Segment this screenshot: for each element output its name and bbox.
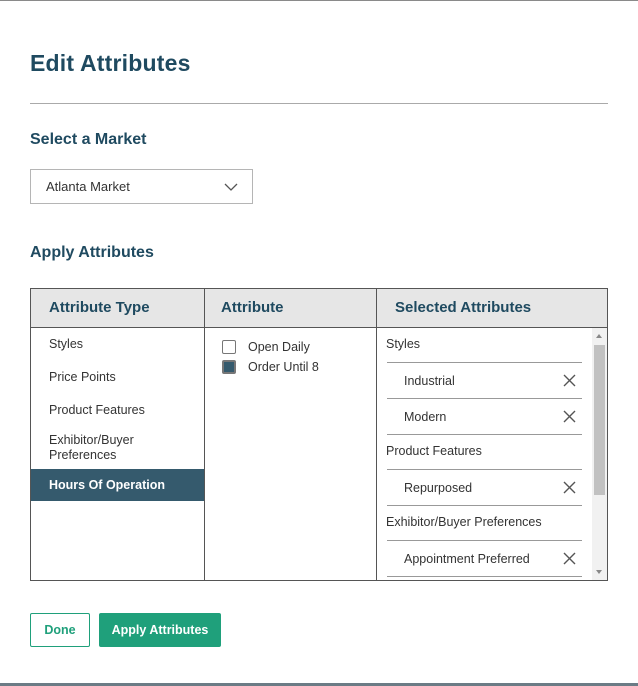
header-attribute: Attribute <box>221 299 284 316</box>
attribute-option-open-daily[interactable]: Open Daily <box>222 337 319 357</box>
attribute-option-order-until-8[interactable]: Order Until 8 <box>222 357 319 377</box>
selected-item-label: Industrial <box>404 374 455 388</box>
selected-item-label: Appointment Preferred <box>404 552 530 566</box>
scroll-thumb[interactable] <box>594 345 605 495</box>
selected-group-label: Styles <box>386 337 421 351</box>
attribute-list: Open Daily Order Until 8 <box>222 337 319 377</box>
remove-icon[interactable] <box>563 374 576 387</box>
column-divider <box>204 289 205 580</box>
remove-icon[interactable] <box>563 481 576 494</box>
attribute-type-styles[interactable]: Styles <box>31 328 204 361</box>
selected-item-label: Repurposed <box>404 481 473 495</box>
scroll-up-icon[interactable] <box>596 334 602 338</box>
done-button[interactable]: Done <box>30 613 90 647</box>
selected-group-label: Exhibitor/Buyer Preferences <box>386 515 542 529</box>
header-selected-attributes: Selected Attributes <box>395 299 532 316</box>
market-section-title: Select a Market <box>30 131 147 148</box>
remove-icon[interactable] <box>563 552 576 565</box>
selected-item: Industrial <box>387 362 582 398</box>
attribute-type-hours-of-operation[interactable]: Hours Of Operation <box>31 469 204 501</box>
scrollbar[interactable] <box>592 328 607 580</box>
dialog-title: Edit Attributes <box>30 50 191 76</box>
header-attribute-type: Attribute Type <box>49 299 150 316</box>
chevron-down-icon <box>224 183 238 191</box>
attribute-option-label: Open Daily <box>248 340 310 354</box>
selected-item: Modern <box>387 398 582 434</box>
apply-attributes-button[interactable]: Apply Attributes <box>99 613 221 647</box>
attribute-type-exhibitor-buyer-preferences[interactable]: Exhibitor/Buyer Preferences <box>31 427 204 469</box>
selected-attributes-pane[interactable]: Styles Industrial Modern Product Feature… <box>377 328 607 580</box>
selected-item: Repurposed <box>387 469 582 505</box>
checkbox-checked[interactable] <box>222 360 236 374</box>
attribute-type-product-features[interactable]: Product Features <box>31 394 204 427</box>
checkbox[interactable] <box>222 340 236 354</box>
market-select-value: Atlanta Market <box>46 179 130 194</box>
attribute-type-list: Styles Price Points Product Features Exh… <box>31 328 204 501</box>
title-divider <box>30 103 608 104</box>
attributes-table: Attribute Type Attribute Selected Attrib… <box>30 288 608 581</box>
scroll-down-icon[interactable] <box>596 570 602 574</box>
attribute-option-label: Order Until 8 <box>248 360 319 374</box>
table-header: Attribute Type Attribute Selected Attrib… <box>31 289 607 328</box>
attribute-type-price-points[interactable]: Price Points <box>31 361 204 394</box>
selected-item-label: Modern <box>404 410 447 424</box>
remove-icon[interactable] <box>563 410 576 423</box>
selected-group-label: Product Features <box>386 444 482 458</box>
apply-section-title: Apply Attributes <box>30 244 154 261</box>
market-select[interactable]: Atlanta Market <box>30 169 253 204</box>
selected-item: Appointment Preferred <box>387 540 582 576</box>
window-top-border <box>0 0 638 1</box>
